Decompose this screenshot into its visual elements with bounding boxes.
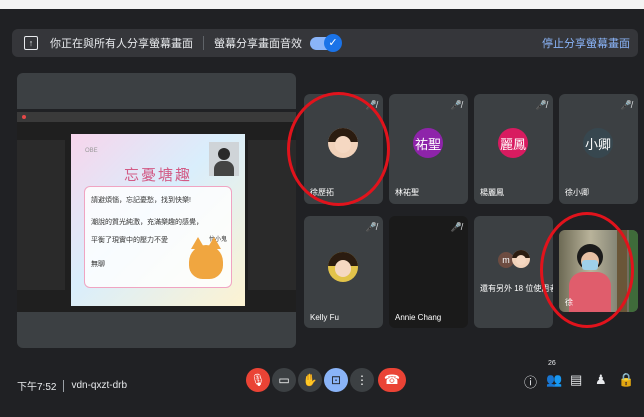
clock-time: 下午7:52 bbox=[17, 382, 57, 393]
participant-tile[interactable]: 🎤̸ 麗鳳 楊麗鳳 bbox=[474, 94, 553, 204]
raise-hand-button[interactable]: ✋ bbox=[298, 368, 322, 392]
highlight-circle bbox=[287, 92, 390, 206]
more-options-button[interactable]: ⋮ bbox=[350, 368, 374, 392]
presentation-frame-top bbox=[17, 73, 296, 109]
mic-off-icon: 🎤̸ bbox=[535, 100, 547, 110]
mic-off-icon: 🎤̸ bbox=[365, 222, 377, 232]
participant-avatar: 小卿 bbox=[583, 128, 613, 158]
shared-screen-presentation[interactable]: OBE 忘憂塘趣 請避煩惱，忘記憂愁，找到快樂! 潮說的質光純激，充滿樂趣的感覺… bbox=[17, 112, 296, 312]
phone-hangup-icon: ☎ bbox=[383, 372, 401, 387]
end-call-button[interactable]: ☎ bbox=[378, 368, 406, 392]
check-icon: ✓ bbox=[324, 33, 342, 52]
slide-line: 無聊 bbox=[91, 261, 105, 268]
participant-tile[interactable]: 🎤̸ 小卿 徐小卿 bbox=[559, 94, 638, 204]
slide-line: 請避煩惱，忘記憂愁，找到快樂! bbox=[91, 197, 191, 204]
camera-toggle-button[interactable]: ▭ bbox=[272, 368, 296, 392]
share-audio-toggle[interactable]: ✓ bbox=[310, 33, 342, 52]
info-icon: ⓘ bbox=[524, 375, 538, 390]
people-icon: 👥 bbox=[546, 372, 563, 387]
slide-content-box: 請避煩惱，忘記憂愁，找到快樂! 潮說的質光純激，充滿樂趣的感覺， 平衡了現實中的… bbox=[84, 186, 232, 288]
participant-name: 徐小卿 bbox=[565, 188, 589, 197]
participant-name: 楊麗鳳 bbox=[480, 188, 504, 197]
hand-icon: ✋ bbox=[302, 373, 318, 387]
chat-button[interactable]: ▤ bbox=[570, 372, 582, 388]
people-count: 26 bbox=[548, 360, 556, 367]
share-message: 你正在與所有人分享螢幕畫面 bbox=[50, 38, 193, 50]
avatar-face bbox=[515, 255, 527, 266]
present-button[interactable]: ⊡ bbox=[324, 368, 348, 392]
participant-name: 林祐聖 bbox=[395, 188, 419, 197]
slide-line: 潮說的質光純激，充滿樂趣的感覺， bbox=[91, 219, 203, 226]
presentation-slide: OBE 忘憂塘趣 請避煩惱，忘記憂愁，找到快樂! 潮說的質光純激，充滿樂趣的感覺… bbox=[71, 134, 245, 306]
browser-dot-icon bbox=[22, 115, 26, 119]
camera-icon: ▭ bbox=[278, 373, 290, 387]
activities-icon: ♟ bbox=[595, 372, 607, 387]
participant-tile[interactable]: 🎤̸ 祐聖 林祐聖 bbox=[389, 94, 468, 204]
participant-tile[interactable]: 🎤̸ Annie Chang bbox=[389, 216, 468, 328]
slide-tag: OBE bbox=[85, 148, 98, 154]
people-button[interactable]: 👥 bbox=[546, 372, 562, 388]
slide-presenter-video bbox=[209, 142, 239, 176]
slide-line: 平衡了現實中的壓力不愛 bbox=[91, 237, 168, 244]
presenter-body bbox=[214, 161, 234, 176]
participant-name: Kelly Fu bbox=[310, 313, 339, 322]
divider bbox=[63, 379, 65, 392]
avatar-face bbox=[334, 260, 352, 278]
present-screen-icon: ⊡ bbox=[330, 373, 342, 387]
presenter-head bbox=[218, 148, 230, 160]
participant-avatar: 麗鳳 bbox=[498, 128, 528, 158]
participant-name: Annie Chang bbox=[395, 313, 442, 322]
share-notification-bar: ↑ 你正在與所有人分享螢幕畫面 螢幕分享畫面音效 ✓ 停止分享螢幕畫面 bbox=[12, 29, 638, 57]
mic-off-icon: 🎙 bbox=[250, 373, 266, 387]
stop-sharing-button[interactable]: 停止分享螢幕畫面 bbox=[542, 35, 630, 51]
top-band bbox=[0, 0, 644, 9]
mic-off-icon: 🎤̸ bbox=[620, 100, 632, 110]
divider bbox=[203, 36, 204, 50]
mic-toggle-button[interactable]: 🎙 bbox=[246, 368, 270, 392]
slide-side-panel-left bbox=[17, 140, 65, 290]
chat-icon: ▤ bbox=[570, 372, 583, 387]
participant-photo bbox=[328, 252, 358, 282]
mic-off-icon: 🎤̸ bbox=[450, 222, 462, 232]
participant-avatar: 祐聖 bbox=[413, 128, 443, 158]
shared-browser-bar bbox=[17, 112, 296, 122]
host-controls-button[interactable]: 🔒 bbox=[618, 372, 634, 388]
participant-tile[interactable]: 🎤̸ Kelly Fu bbox=[304, 216, 383, 328]
lock-icon: 🔒 bbox=[618, 372, 635, 387]
participant-photo bbox=[512, 250, 530, 268]
activities-button[interactable]: ♟ bbox=[595, 372, 607, 388]
share-audio-label: 螢幕分享畫面音效 bbox=[214, 38, 302, 50]
cartoon-cat-image bbox=[189, 237, 223, 279]
meeting-code: vdn-qxzt-drb bbox=[71, 380, 128, 391]
meeting-details-button[interactable]: ⓘ bbox=[524, 372, 537, 391]
presentation-frame-bottom bbox=[17, 312, 296, 348]
more-vert-icon: ⋮ bbox=[356, 373, 368, 387]
meeting-info: 下午7:52 vdn-qxzt-drb bbox=[17, 378, 127, 393]
present-screen-icon: ↑ bbox=[24, 36, 38, 50]
mic-off-icon: 🎤̸ bbox=[450, 100, 462, 110]
highlight-circle bbox=[540, 212, 634, 328]
